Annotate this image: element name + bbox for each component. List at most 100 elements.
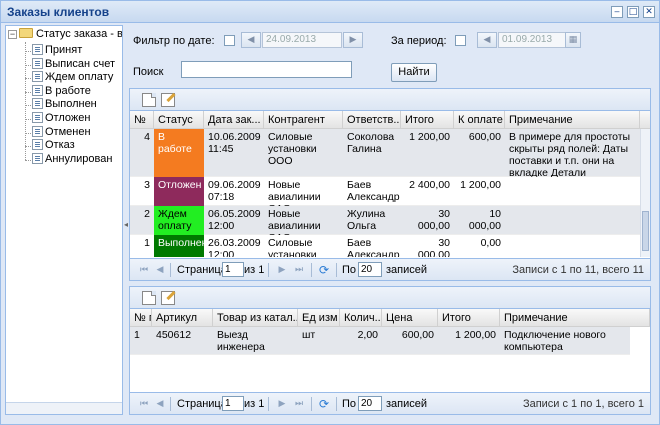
per-page-input[interactable]: 20: [358, 396, 382, 411]
page-input[interactable]: 1: [222, 262, 244, 277]
per-page-label: По: [342, 398, 357, 410]
minimize-icon[interactable]: ‒: [611, 6, 623, 18]
table-cell: Жулина Ольга: [347, 208, 386, 232]
new-document-icon[interactable]: [142, 93, 156, 107]
column-header[interactable]: Ед изм: [298, 309, 340, 327]
next-page-icon[interactable]: ▶: [276, 398, 288, 410]
next-page-icon[interactable]: ▶: [276, 264, 288, 276]
column-header[interactable]: Итого: [438, 309, 500, 327]
collapse-arrow-icon[interactable]: ◂: [124, 220, 128, 229]
refresh-icon[interactable]: ⟳: [318, 398, 330, 410]
tree-root[interactable]: − Статус заказа - все: [8, 28, 122, 42]
edit-icon[interactable]: [161, 93, 175, 107]
tree-connector: [25, 119, 31, 120]
status-badge: Отложен: [154, 177, 204, 206]
date-filter-checkbox[interactable]: [224, 35, 235, 46]
first-page-icon[interactable]: ⏮: [138, 398, 150, 410]
table-row[interactable]: 4 В работе 10.06.2009 11:45 Силовые установ…: [130, 129, 640, 177]
orders-header: № Статус Дата зак... Контрагент Ответств... И…: [130, 111, 650, 129]
tree-item[interactable]: Выполнен: [32, 98, 97, 112]
search-input[interactable]: [181, 61, 352, 78]
per-page-label: По: [342, 264, 357, 276]
last-page-icon[interactable]: ⏭: [293, 398, 305, 410]
table-row[interactable]: 2 Ждем оплату 06.05.2009 12:00 Новые авиали…: [130, 206, 640, 235]
page-input[interactable]: 1: [222, 396, 244, 411]
date-next-icon[interactable]: ▶: [343, 32, 363, 48]
edit-icon[interactable]: [161, 291, 175, 305]
collapse-icon[interactable]: −: [8, 30, 17, 39]
separator: [170, 263, 171, 277]
status-leaf-icon: [32, 84, 43, 96]
column-header[interactable]: Итого: [401, 111, 454, 129]
prev-page-icon[interactable]: ◀: [154, 398, 166, 410]
prev-page-icon[interactable]: ◀: [154, 264, 166, 276]
tree-item[interactable]: Выписан счет: [32, 57, 115, 72]
tree-item[interactable]: Аннулирован: [32, 152, 112, 167]
tree-item[interactable]: Отменен: [32, 125, 91, 140]
period-checkbox[interactable]: [455, 35, 466, 46]
column-header[interactable]: Примечание: [505, 111, 640, 129]
new-document-icon[interactable]: [142, 291, 156, 305]
tree-connector: [25, 64, 31, 66]
column-header[interactable]: Контрагент: [264, 111, 343, 129]
column-header[interactable]: Дата зак...: [204, 111, 264, 129]
tree-item[interactable]: В работе: [32, 84, 91, 99]
status-badge: Выполнен: [154, 235, 204, 257]
table-cell: 1: [134, 329, 140, 341]
per-page-input[interactable]: 20: [358, 262, 382, 277]
folder-icon: [19, 28, 33, 38]
status-leaf-icon: [32, 57, 43, 69]
table-cell: шт: [302, 329, 316, 341]
column-header[interactable]: Цена: [382, 309, 438, 327]
tree-item[interactable]: Ждем оплату: [32, 71, 113, 85]
column-header[interactable]: Колич...: [340, 309, 382, 327]
period-date-field[interactable]: 01.09.2013: [498, 32, 566, 48]
tree-item[interactable]: Отложен: [32, 112, 90, 126]
tree-horizontal-scrollbar[interactable]: [6, 402, 122, 414]
status-badge: Ждем оплату: [154, 206, 204, 235]
status-tree: − Статус заказа - все ПринятВыписан счетЖ…: [5, 25, 123, 415]
close-icon[interactable]: ✕: [643, 6, 655, 18]
maximize-icon[interactable]: □: [627, 6, 639, 18]
window-title: Заказы клиентов: [7, 5, 110, 19]
status-leaf-icon: [32, 44, 43, 55]
period-prev-icon[interactable]: ◀: [477, 32, 497, 48]
table-cell: [505, 235, 640, 257]
column-header[interactable]: Товар из катал...: [213, 309, 298, 327]
tree-item[interactable]: Принят: [32, 44, 82, 58]
column-header[interactable]: № г: [130, 309, 152, 327]
orders-window: Заказы клиентов ‒ □ ✕ − Статус заказа - в…: [0, 0, 660, 425]
column-header[interactable]: Артикул: [152, 309, 213, 327]
column-header[interactable]: Примечание: [500, 309, 650, 327]
records-label: записей: [386, 398, 428, 410]
table-cell: 2,00: [357, 329, 378, 341]
separator: [336, 397, 337, 411]
tree-connector: [25, 146, 31, 148]
tree-item[interactable]: Отказ: [32, 139, 75, 153]
table-cell: Новые авиалинии ОАО: [268, 179, 321, 206]
column-header[interactable]: Ответств...: [343, 111, 401, 129]
date-field[interactable]: 24.09.2013: [262, 32, 342, 48]
status-leaf-icon: [32, 152, 43, 164]
last-page-icon[interactable]: ⏭: [293, 264, 305, 276]
status-leaf-icon: [32, 139, 43, 151]
calendar-icon[interactable]: ▦: [565, 32, 581, 48]
column-header[interactable]: К оплате: [454, 111, 505, 129]
refresh-icon[interactable]: ⟳: [318, 264, 330, 276]
orders-vertical-scrollbar[interactable]: [640, 129, 650, 257]
table-row[interactable]: 3 Отложен 09.06.2009 07:18 Новые авиалинии …: [130, 177, 640, 206]
table-row[interactable]: 1 Выполнен 26.03.2009 12:00 Силовые установ…: [130, 235, 640, 257]
date-prev-icon[interactable]: ◀: [241, 32, 261, 48]
separator: [336, 263, 337, 277]
orders-grid: № Статус Дата зак... Контрагент Ответств... И…: [129, 88, 651, 281]
first-page-icon[interactable]: ⏮: [138, 264, 150, 276]
table-row[interactable]: 1 450612 Выезд инженера шт 2,00 600,00 1 200,0…: [130, 327, 630, 355]
tree-connector: [25, 78, 31, 80]
scroll-thumb[interactable]: [642, 211, 649, 251]
tree-connector: [25, 51, 31, 52]
separator: [311, 263, 312, 277]
column-header[interactable]: Статус: [154, 111, 204, 129]
column-header[interactable]: №: [130, 111, 154, 129]
find-button[interactable]: Найти: [391, 63, 437, 82]
table-cell: [505, 206, 640, 235]
